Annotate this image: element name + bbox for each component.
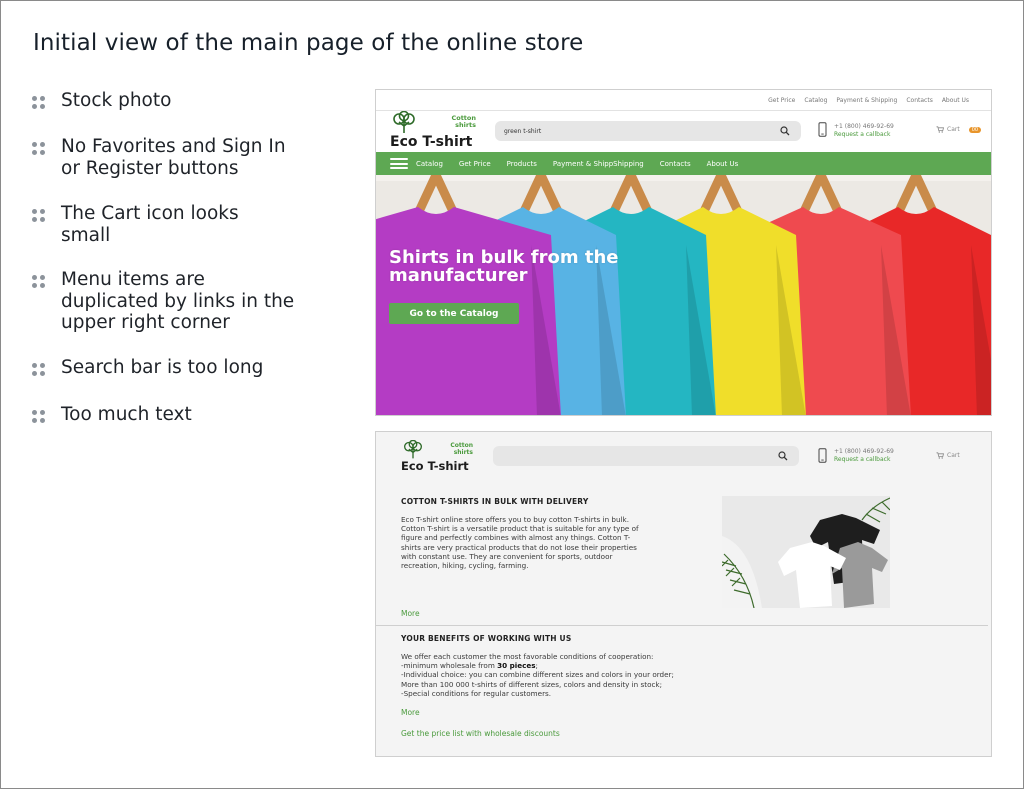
brand-name: Eco T-shirt: [390, 134, 473, 150]
top-links: Get Price Catalog Payment & Shipping Con…: [768, 97, 969, 104]
brand-name: Eco T-shirt: [401, 459, 469, 473]
drag-handle-icon: [32, 410, 45, 423]
note-text: The Cart icon looks small: [61, 203, 239, 246]
nav-catalog[interactable]: Catalog: [416, 160, 443, 168]
toplink-contacts[interactable]: Contacts: [906, 97, 932, 104]
section-title: YOUR BENEFITS OF WORKING WITH US: [401, 634, 572, 643]
cart-button[interactable]: Cart: [936, 452, 960, 459]
nav-products[interactable]: Products: [507, 160, 537, 168]
drag-handle-icon: [32, 275, 45, 288]
drag-handle-icon: [32, 142, 45, 155]
note-item: Menu items are duplicated by links in th…: [32, 269, 302, 334]
tshirts-photo: [722, 496, 890, 608]
toplink-get-price[interactable]: Get Price: [768, 97, 795, 104]
brand-tagline: Cotton shirts: [450, 442, 473, 456]
search-input[interactable]: [493, 446, 799, 466]
go-to-catalog-button[interactable]: Go to the Catalog: [389, 303, 519, 324]
divider: [376, 110, 991, 111]
main-nav: Catalog Get Price Products Payment & Shi…: [376, 152, 991, 175]
phone-number[interactable]: +1 (800) 469-92-69: [834, 123, 894, 130]
menu-icon[interactable]: [390, 158, 408, 169]
cart-label: Cart: [947, 452, 960, 459]
callback-link[interactable]: Request a callback: [834, 456, 890, 463]
benefits-list: We offer each customer the most favorabl…: [401, 652, 674, 698]
search-value: green t-shirt: [504, 128, 542, 135]
content-mockup: Eco T-shirt Cotton shirts +1 (800) 469-92…: [375, 431, 992, 757]
nav-get-price[interactable]: Get Price: [459, 160, 491, 168]
toplink-catalog[interactable]: Catalog: [804, 97, 827, 104]
note-item: Stock photo: [32, 90, 171, 112]
note-text: Stock photo: [61, 90, 172, 111]
cotton-tree-icon: [404, 440, 422, 459]
hero-photo: [376, 175, 991, 415]
hero-title: Shirts in bulk from the manufacturer: [389, 247, 619, 286]
search-input[interactable]: green t-shirt: [495, 121, 801, 141]
search-icon[interactable]: [780, 126, 790, 136]
phone-icon: [818, 448, 827, 463]
cart-count-badge: 00: [968, 126, 982, 133]
nav-contacts[interactable]: Contacts: [660, 160, 691, 168]
note-item: Search bar is too long: [32, 357, 332, 379]
homepage-mockup: Get Price Catalog Payment & Shipping Con…: [375, 89, 992, 416]
phone-number[interactable]: +1 (800) 469-92-69: [834, 448, 894, 455]
nav-about-us[interactable]: About Us: [707, 160, 739, 168]
drag-handle-icon: [32, 209, 45, 222]
note-text: Too much text: [61, 404, 192, 425]
section-title: COTTON T-SHIRTS IN BULK WITH DELIVERY: [401, 497, 589, 506]
cart-icon: [936, 452, 944, 459]
section-text: Eco T-shirt online store offers you to b…: [401, 515, 639, 571]
brand-tagline: Cotton shirts: [451, 114, 476, 130]
more-link[interactable]: More: [401, 609, 420, 618]
more-link[interactable]: More: [401, 708, 420, 717]
cotton-tree-icon: [393, 111, 415, 133]
price-list-link[interactable]: Get the price list with wholesale discou…: [401, 729, 560, 738]
note-text: Menu items are duplicated by links in th…: [61, 269, 295, 333]
note-item: Too much text: [32, 404, 332, 426]
toplink-payment-shipping[interactable]: Payment & Shipping: [836, 97, 897, 104]
cart-label: Cart: [947, 126, 960, 133]
note-item: The Cart icon looks small: [32, 203, 272, 246]
cart-icon: [936, 126, 944, 133]
toplink-about-us[interactable]: About Us: [942, 97, 969, 104]
note-item: No Favorites and Sign In or Register but…: [32, 136, 292, 179]
phone-icon: [818, 122, 827, 137]
cart-button[interactable]: Cart 00: [936, 126, 982, 133]
drag-handle-icon: [32, 96, 45, 109]
callback-link[interactable]: Request a callback: [834, 131, 890, 138]
slide-title: Initial view of the main page of the onl…: [33, 30, 584, 56]
note-text: No Favorites and Sign In or Register but…: [61, 136, 286, 179]
note-text: Search bar is too long: [61, 357, 264, 378]
hero-banner: Shirts in bulk from the manufacturer Go …: [376, 175, 991, 415]
section-divider: [376, 625, 988, 626]
search-icon[interactable]: [778, 451, 788, 461]
nav-payment-shipping[interactable]: Payment & ShippShipping: [553, 160, 644, 168]
drag-handle-icon: [32, 363, 45, 376]
